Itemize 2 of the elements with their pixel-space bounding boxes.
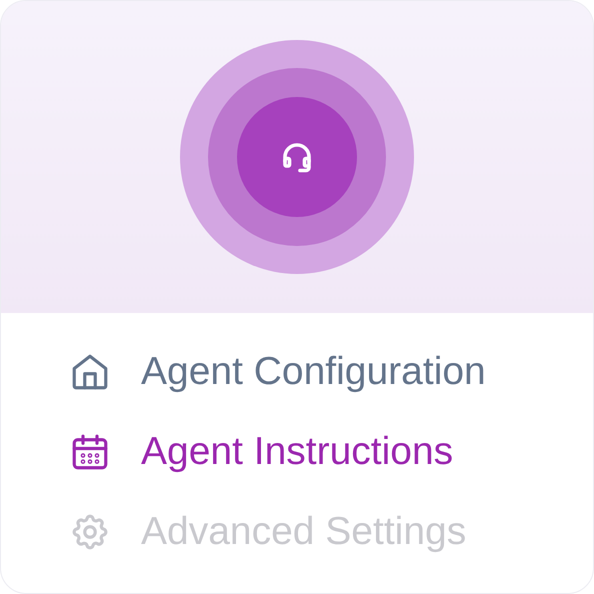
menu-item[interactable]: Agent Configuration — [69, 349, 486, 395]
menu-item[interactable]: Agent Instructions — [69, 429, 454, 475]
